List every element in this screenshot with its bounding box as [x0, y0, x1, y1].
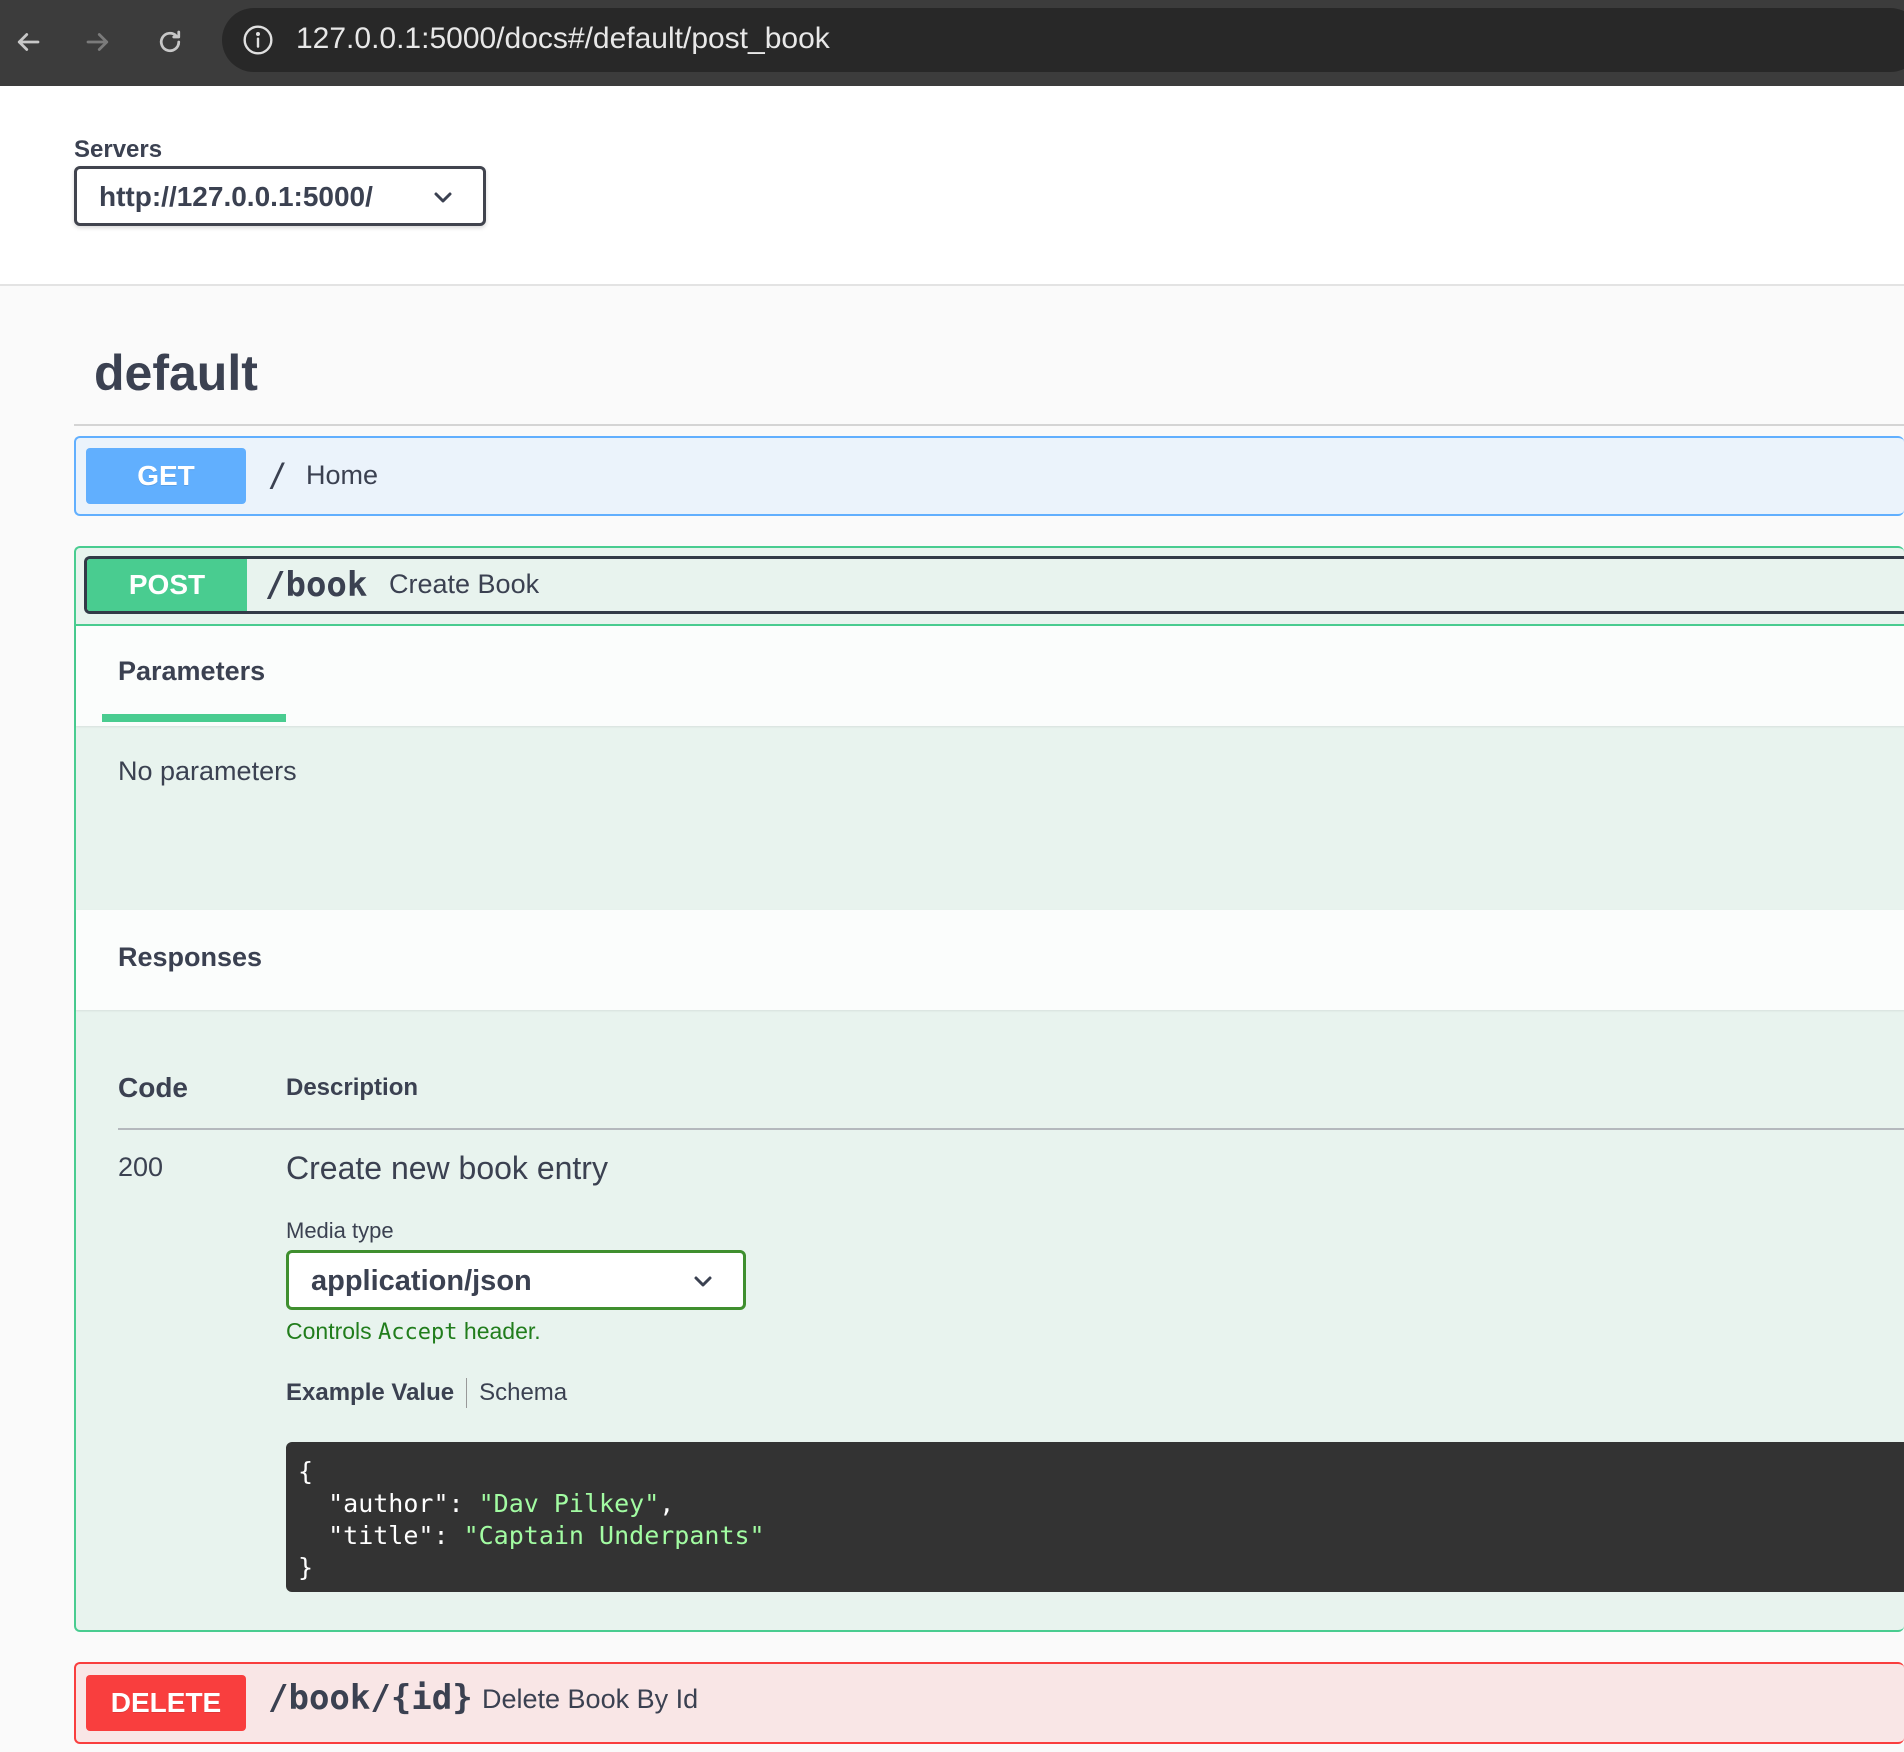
tag-title[interactable]: default — [94, 344, 258, 402]
arrow-left-icon — [17, 33, 40, 51]
code-key: "title": — [298, 1521, 464, 1550]
op-summary: Create Book — [389, 569, 540, 599]
media-type-select[interactable]: application/json — [286, 1250, 746, 1310]
example-code-block[interactable]: { "author": "Dav Pilkey", "title": "Capt… — [286, 1442, 1904, 1592]
response-code: 200 — [118, 1152, 164, 1182]
address-bar[interactable]: 127.0.0.1:5000/docs#/default/post_book — [222, 8, 1904, 72]
server-select[interactable]: http://127.0.0.1:5000/ — [74, 166, 486, 226]
parameters-header: Parameters — [76, 626, 1904, 726]
no-parameters-text: No parameters — [118, 756, 297, 786]
hint-code: Accept — [378, 1320, 458, 1345]
column-header-code: Code — [118, 1072, 188, 1103]
method-badge-delete: DELETE — [86, 1675, 246, 1731]
op-path: /book/{id} — [268, 1678, 473, 1718]
chevron-down-icon — [434, 192, 452, 203]
back-button[interactable] — [0, 14, 56, 70]
code-string: "Captain Underpants" — [463, 1521, 765, 1550]
forward-button[interactable] — [70, 14, 126, 70]
opblock-summary-post[interactable]: POST /book Create Book — [84, 556, 1904, 614]
code-line: { — [298, 1457, 314, 1486]
method-badge-post: POST — [87, 559, 247, 611]
op-summary: Home — [306, 460, 379, 490]
media-type-label: Media type — [286, 1218, 394, 1243]
code-string: "Dav Pilkey" — [478, 1489, 660, 1518]
media-type-value: application/json — [311, 1265, 532, 1297]
response-description: Create new book entry — [286, 1150, 608, 1186]
column-header-description: Description — [286, 1074, 419, 1101]
responses-title: Responses — [118, 942, 263, 972]
browser-toolbar: 127.0.0.1:5000/docs#/default/post_book — [0, 0, 1904, 86]
tab-schema[interactable]: Schema — [467, 1379, 567, 1407]
chevron-down-icon — [694, 1276, 712, 1287]
servers-label: Servers — [74, 136, 163, 163]
example-tabs: Example Value Schema — [286, 1378, 567, 1408]
reload-icon — [159, 30, 181, 53]
table-divider — [118, 1128, 1904, 1130]
opblock-delete-book[interactable]: DELETE /book/{id} Delete Book By Id — [74, 1662, 1904, 1744]
tag-divider — [74, 424, 1904, 426]
code-key: "author": — [298, 1489, 479, 1518]
op-summary: Delete Book By Id — [482, 1684, 699, 1714]
tab-parameters[interactable]: Parameters — [118, 656, 265, 687]
op-path: / — [268, 456, 288, 494]
tab-active-indicator — [102, 714, 286, 722]
code-punct: , — [659, 1489, 675, 1518]
hint-suffix: header. — [457, 1318, 541, 1344]
opblock-post-book: POST /book Create Book Parameters No par… — [74, 546, 1904, 1632]
hint-prefix: Controls — [286, 1318, 379, 1344]
server-select-value: http://127.0.0.1:5000/ — [99, 181, 373, 212]
servers-section: Servers http://127.0.0.1:5000/ — [0, 86, 1904, 286]
reload-button[interactable] — [142, 14, 198, 70]
op-path: /book — [265, 565, 368, 605]
info-icon[interactable] — [242, 24, 274, 56]
media-type-hint: Controls Accept header. — [286, 1318, 541, 1345]
url-text: 127.0.0.1:5000/docs#/default/post_book — [296, 22, 830, 55]
method-badge-get: GET — [86, 448, 246, 504]
responses-header: Responses — [76, 910, 1904, 1010]
opblock-get-home[interactable]: GET / Home — [74, 436, 1904, 516]
code-line: } — [298, 1553, 314, 1582]
arrow-right-icon — [86, 33, 109, 51]
tab-example-value[interactable]: Example Value — [286, 1379, 466, 1407]
